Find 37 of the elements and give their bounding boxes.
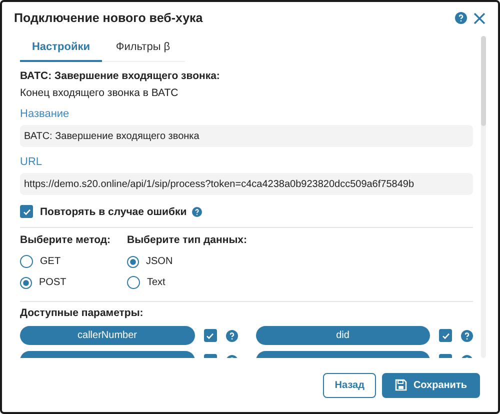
radio-label: JSON	[146, 256, 173, 267]
help-icon[interactable]	[226, 330, 238, 342]
checkbox[interactable]	[20, 205, 33, 218]
radio-button[interactable]	[127, 276, 140, 289]
save-button[interactable]: Сохранить	[382, 372, 480, 398]
checkbox[interactable]	[439, 329, 452, 342]
check-icon	[22, 206, 32, 216]
radio-label: Text	[147, 277, 166, 288]
checkbox[interactable]	[204, 329, 216, 342]
help-icon[interactable]	[455, 12, 467, 24]
radio-button[interactable]	[20, 276, 32, 288]
scrollbar[interactable]	[481, 36, 486, 358]
section-heading: Доступные параметры:	[20, 307, 144, 319]
radio-label: POST	[39, 277, 66, 288]
back-button[interactable]: Назад	[322, 372, 376, 398]
parameter-chip[interactable]: did	[256, 326, 430, 345]
tab[interactable]: Настройки	[20, 34, 102, 62]
check-icon	[205, 330, 215, 340]
input-field[interactable]: ВАТС: Завершение входящего звонка	[20, 125, 473, 147]
input-field[interactable]: https://demo.s20.online/api/1/sip/process?token=c4ca4238a0b923820dcc509a6f75849b	[20, 173, 473, 195]
event-title: ВАТС: Завершение входящего звонка:	[20, 70, 221, 82]
dialog-title: Подключение нового веб-хука	[14, 11, 204, 25]
close-icon[interactable]	[473, 12, 486, 24]
help-icon[interactable]	[192, 206, 202, 216]
field-label: Название	[20, 108, 70, 120]
radio-button[interactable]	[127, 256, 139, 268]
radio-label: GET	[40, 256, 61, 267]
event-description: Конец входящего звонка в ВАТС	[20, 87, 180, 99]
tab[interactable]: Фильтры β	[102, 34, 184, 62]
parameter-chip[interactable]: callerNumber	[20, 326, 194, 345]
field-label: URL	[20, 156, 44, 168]
section-heading: Выберите тип данных:	[127, 234, 247, 246]
check-icon	[440, 330, 450, 340]
section-heading: Выберите метод:	[20, 234, 112, 246]
radio-button[interactable]	[20, 255, 33, 268]
checkbox-label: Повторять в случае ошибки	[40, 206, 187, 218]
help-icon[interactable]	[461, 330, 473, 342]
